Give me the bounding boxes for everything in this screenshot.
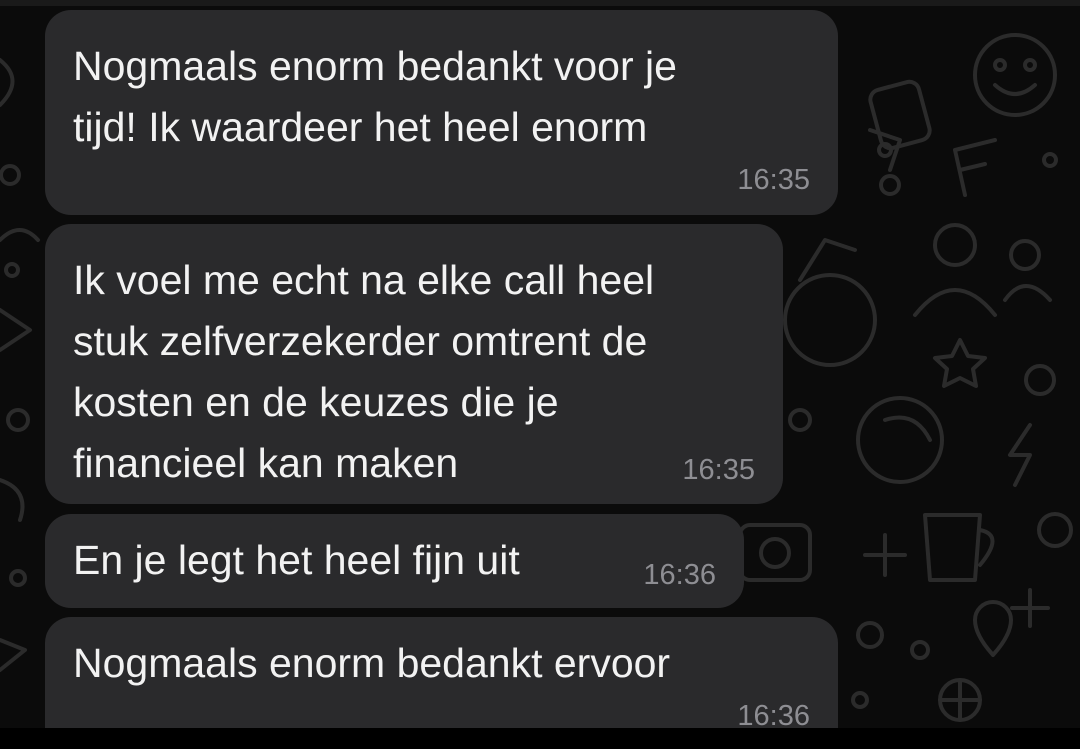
message-text: En je legt het heel fijn uit [73, 537, 520, 583]
star-doodle-icon [933, 338, 987, 388]
bicycle-wheel-doodle-icon [783, 273, 877, 367]
left-doodle-icon [0, 58, 15, 107]
message-timestamp: 16:35 [737, 164, 810, 196]
bottom-edge [0, 728, 1080, 749]
status-bar-edge [0, 0, 1080, 6]
sparkle-doodle-icon [863, 533, 907, 577]
message-text: Nogmaals enorm bedankt voor je tijd! Ik … [73, 43, 677, 150]
people-doodle-icon [913, 223, 997, 317]
message-bubble-4[interactable]: Nogmaals enorm bedankt ervoor 16:36 [45, 617, 838, 728]
smiley-doodle-icon [973, 33, 1057, 117]
message-text: Nogmaals enorm bedankt ervoor [73, 640, 671, 686]
message-text: Ik voel me echt na elke call heel stuk z… [73, 257, 655, 486]
pin-doodle-icon [973, 600, 1013, 657]
chat-view[interactable]: Nogmaals enorm bedankt voor je tijd! Ik … [0, 0, 1080, 728]
camera-doodle-icon [738, 523, 812, 582]
message-bubble-2[interactable]: Ik voel me echt na elke call heel stuk z… [45, 224, 783, 504]
mug-doodle-icon [923, 513, 995, 582]
letter-f-doodle-icon [953, 138, 997, 197]
message-timestamp: 16:36 [643, 559, 716, 591]
message-timestamp: 16:36 [737, 700, 810, 728]
message-bubble-1[interactable]: Nogmaals enorm bedankt voor je tijd! Ik … [45, 10, 838, 215]
message-timestamp: 16:35 [682, 454, 755, 486]
lightning-doodle-icon [1008, 423, 1032, 487]
message-bubble-3[interactable]: En je legt het heel fijn uit 16:36 [45, 514, 744, 608]
